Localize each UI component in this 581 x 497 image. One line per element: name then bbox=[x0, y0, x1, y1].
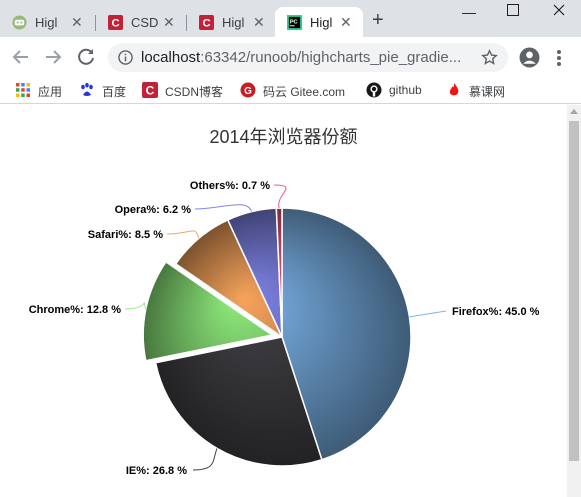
connector-firefox bbox=[409, 310, 447, 318]
close-icon[interactable]: ✕ bbox=[71, 15, 83, 29]
bookmark-label: 百度 bbox=[102, 85, 127, 99]
bookmark-label: CSDN博客 bbox=[165, 85, 224, 99]
data-label-opera: Opera%: 6.2 % bbox=[115, 204, 192, 216]
scrollbar-thumb[interactable] bbox=[569, 121, 579, 461]
data-label-safari: Safari%: 8.5 % bbox=[88, 229, 163, 241]
tab-1[interactable]: Higl ✕ bbox=[0, 7, 96, 37]
maximize-icon[interactable] bbox=[507, 3, 519, 19]
apps-grid-icon bbox=[16, 83, 30, 97]
account-avatar-icon[interactable] bbox=[519, 47, 540, 68]
data-label-chrome: Chrome%: 12.8 % bbox=[29, 304, 122, 316]
connector-opera bbox=[194, 204, 252, 212]
page-content: Firefox%: 45.0 % IE%: 26.8 % Chrome%: 12.8… bbox=[0, 105, 567, 497]
vertical-scrollbar[interactable] bbox=[567, 105, 581, 497]
new-tab-button[interactable]: + bbox=[372, 10, 384, 30]
gitee-icon: G bbox=[240, 82, 256, 98]
address-bar[interactable]: localhost:63342/runoob/highcharts_pie_gr… bbox=[108, 43, 508, 72]
tab-2[interactable]: C CSD ✕ bbox=[96, 7, 187, 37]
pie-chart: Firefox%: 45.0 % IE%: 26.8 % Chrome%: 12.8… bbox=[29, 180, 540, 477]
github-icon bbox=[366, 82, 382, 98]
chart-title: 2014年浏览器份额 bbox=[209, 127, 358, 147]
bookmark-star-icon[interactable] bbox=[481, 49, 498, 66]
svg-text:G: G bbox=[244, 86, 252, 97]
window-close-icon[interactable] bbox=[553, 3, 565, 19]
tab-title: Higl bbox=[310, 15, 333, 30]
imooc-flame-icon bbox=[449, 83, 459, 96]
connector-chrome bbox=[124, 302, 147, 310]
svg-text:C: C bbox=[202, 18, 210, 30]
browser-toolbar: localhost:63342/runoob/highcharts_pie_gr… bbox=[0, 37, 581, 77]
close-icon[interactable]: ✕ bbox=[253, 15, 265, 29]
svg-text:C: C bbox=[111, 18, 119, 30]
svg-text:PC: PC bbox=[290, 19, 298, 25]
baidu-paw-icon bbox=[81, 82, 93, 96]
bookmark-label: 慕课网 bbox=[469, 85, 506, 99]
scroll-up-arrow-icon[interactable] bbox=[570, 109, 578, 114]
svg-text:C: C bbox=[146, 84, 155, 98]
data-label-others: Others%: 0.7 % bbox=[190, 180, 270, 192]
bookmark-label: github bbox=[389, 83, 422, 97]
tab-4-active[interactable]: PC Higl ✕ bbox=[275, 7, 363, 37]
close-icon[interactable]: ✕ bbox=[163, 15, 175, 29]
runoob-favicon-icon bbox=[12, 15, 27, 30]
reload-icon[interactable] bbox=[75, 46, 97, 68]
bookmarks-bar: 应用 百度 C CSDN博客 G 码云 Gitee.com github 慕课网 bbox=[0, 77, 581, 104]
tab-title: Higl bbox=[222, 15, 245, 30]
data-label-firefox: Firefox%: 45.0 % bbox=[452, 306, 540, 318]
csdn-favicon-icon: C bbox=[108, 15, 123, 30]
url-text[interactable]: localhost:63342/runoob/highcharts_pie_gr… bbox=[141, 49, 461, 66]
pycharm-favicon-icon: PC bbox=[287, 15, 302, 30]
connector-safari bbox=[166, 230, 200, 239]
minimize-icon[interactable]: — bbox=[462, 4, 476, 20]
tab-3[interactable]: C Higl ✕ bbox=[187, 7, 275, 37]
info-icon[interactable] bbox=[118, 50, 133, 65]
tab-title: CSD bbox=[131, 15, 159, 30]
tab-strip: Higl ✕ C CSD ✕ C Higl ✕ PC Higl ✕ + — bbox=[0, 0, 581, 37]
url-path: :63342/runoob/highcharts_pie_gradie... bbox=[200, 49, 462, 66]
back-arrow-icon[interactable] bbox=[10, 46, 32, 68]
tab-title: Higl bbox=[35, 15, 58, 30]
forward-arrow-icon[interactable] bbox=[42, 46, 64, 68]
data-label-ie: IE%: 26.8 % bbox=[126, 465, 187, 477]
menu-kebab-icon[interactable] bbox=[556, 49, 562, 67]
bookmark-label: 应用 bbox=[38, 85, 63, 99]
connector-ie bbox=[192, 448, 218, 471]
close-icon[interactable]: ✕ bbox=[340, 15, 352, 29]
csdn-favicon-icon: C bbox=[199, 15, 214, 30]
url-host: localhost bbox=[141, 49, 201, 66]
connector-others bbox=[273, 184, 287, 209]
csdn-icon: C bbox=[142, 82, 158, 98]
bookmark-label: 码云 Gitee.com bbox=[263, 85, 346, 99]
